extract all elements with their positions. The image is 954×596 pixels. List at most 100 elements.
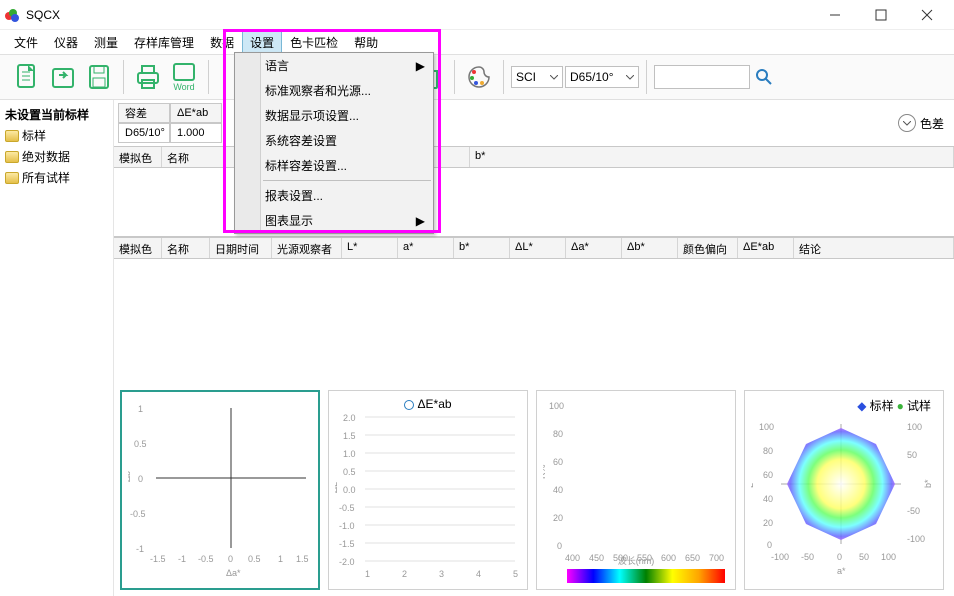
expand-button[interactable] bbox=[898, 114, 916, 132]
svg-text:100: 100 bbox=[907, 422, 922, 432]
menu-settings[interactable]: 设置 bbox=[242, 31, 282, 54]
t2-col-a: a* bbox=[398, 238, 454, 258]
open-file-button[interactable] bbox=[46, 60, 80, 94]
t2-col-l: L* bbox=[342, 238, 398, 258]
svg-text:-0.5: -0.5 bbox=[198, 554, 214, 564]
svg-text:-1: -1 bbox=[178, 554, 186, 564]
svg-text:2.0: 2.0 bbox=[343, 413, 356, 423]
circle-icon bbox=[404, 400, 414, 410]
toolbar: Word SCI D65/10° bbox=[0, 54, 954, 100]
tolerance-value: 1.000 bbox=[170, 123, 222, 143]
sidebar-item-absolute[interactable]: 绝对数据 bbox=[2, 146, 111, 167]
search-button[interactable] bbox=[752, 60, 776, 94]
svg-text:a*: a* bbox=[837, 566, 846, 576]
sidebar: 未设置当前标样 标样 绝对数据 所有试样 bbox=[0, 100, 114, 596]
svg-text:100: 100 bbox=[549, 401, 564, 411]
tolerance-header: 容差 bbox=[118, 103, 170, 123]
svg-text:20: 20 bbox=[763, 518, 773, 528]
svg-text:0: 0 bbox=[837, 552, 842, 562]
chart-ab[interactable]: 10.50-0.5-1 -1.5-1-0.500.511.5 Δa* Δb* bbox=[120, 390, 320, 590]
word-export-button[interactable]: Word bbox=[167, 60, 201, 94]
save-button[interactable] bbox=[82, 60, 116, 94]
svg-text:5: 5 bbox=[513, 569, 518, 579]
chart4-leg1: 标样 bbox=[870, 399, 894, 413]
menu-report[interactable]: 报表设置... bbox=[235, 183, 433, 208]
svg-text:2: 2 bbox=[402, 569, 407, 579]
menu-display-options[interactable]: 数据显示项设置... bbox=[235, 103, 433, 128]
palette-button[interactable] bbox=[462, 60, 496, 94]
svg-text:3: 3 bbox=[439, 569, 444, 579]
new-file-button[interactable] bbox=[10, 60, 44, 94]
svg-text:100: 100 bbox=[759, 422, 774, 432]
t2-col-obs: 光源观察者 bbox=[272, 238, 342, 258]
svg-text:R%: R% bbox=[543, 464, 547, 479]
sidebar-item-all-samples[interactable]: 所有试样 bbox=[2, 167, 111, 188]
search-input[interactable] bbox=[654, 65, 750, 89]
svg-text:-50: -50 bbox=[801, 552, 814, 562]
sci-value: SCI bbox=[516, 70, 536, 84]
t2-col-result: 结论 bbox=[794, 238, 954, 258]
svg-text:0: 0 bbox=[138, 474, 143, 484]
print-button[interactable] bbox=[131, 60, 165, 94]
chart4-leg2: 试样 bbox=[907, 399, 931, 413]
menu-language[interactable]: 语言▶ bbox=[235, 53, 433, 78]
sci-select[interactable]: SCI bbox=[511, 66, 563, 88]
menu-instrument[interactable]: 仪器 bbox=[46, 31, 86, 54]
menu-color-match[interactable]: 色卡匹检 bbox=[282, 31, 346, 54]
svg-text:-1: -1 bbox=[136, 544, 144, 554]
observer-select[interactable]: D65/10° bbox=[565, 66, 639, 88]
close-button[interactable] bbox=[904, 1, 950, 29]
menu-sample-tolerance[interactable]: 标样容差设置... bbox=[235, 153, 433, 178]
app-icon bbox=[4, 7, 20, 23]
title-bar: SQCX bbox=[0, 0, 954, 30]
app-title: SQCX bbox=[26, 8, 812, 22]
svg-text:-50: -50 bbox=[907, 506, 920, 516]
menu-measure[interactable]: 测量 bbox=[86, 31, 126, 54]
menu-bar: 文件 仪器 测量 存样库管理 数据 设置 色卡匹检 帮助 bbox=[0, 30, 954, 54]
observer-cell: D65/10° bbox=[118, 123, 170, 143]
svg-text:-1.5: -1.5 bbox=[339, 539, 355, 549]
svg-text:20: 20 bbox=[553, 513, 563, 523]
svg-text:1.0: 1.0 bbox=[343, 449, 356, 459]
color-diff-label: 色差 bbox=[920, 115, 944, 132]
sidebar-item-standard[interactable]: 标样 bbox=[2, 125, 111, 146]
menu-help[interactable]: 帮助 bbox=[346, 31, 386, 54]
svg-text:-100: -100 bbox=[771, 552, 789, 562]
sidebar-header: 未设置当前标样 bbox=[2, 104, 111, 125]
menu-observer-light[interactable]: 标准观察者和光源... bbox=[235, 78, 433, 103]
svg-text:40: 40 bbox=[553, 485, 563, 495]
menu-file[interactable]: 文件 bbox=[6, 31, 46, 54]
svg-text:0: 0 bbox=[228, 554, 233, 564]
t2-col-b: b* bbox=[454, 238, 510, 258]
menu-system-tolerance[interactable]: 系统容差设置 bbox=[235, 128, 433, 153]
submenu-arrow-icon: ▶ bbox=[416, 59, 425, 73]
sidebar-label: 绝对数据 bbox=[22, 148, 70, 165]
sidebar-label: 所有试样 bbox=[22, 169, 70, 186]
svg-text:-2.0: -2.0 bbox=[339, 557, 355, 567]
t2-col-name: 名称 bbox=[162, 238, 210, 258]
maximize-button[interactable] bbox=[858, 1, 904, 29]
chart-de[interactable]: ΔE*ab 2.01.51.00.50.0-0.5-1.0-1.5-2.0 12… bbox=[328, 390, 528, 590]
folder-icon bbox=[5, 151, 19, 163]
svg-text:0.5: 0.5 bbox=[248, 554, 261, 564]
chart-cielab[interactable]: ◆ 标样 ● 试样 100806040200 -100-50050100 100… bbox=[744, 390, 944, 590]
svg-text:-1.0: -1.0 bbox=[339, 521, 355, 531]
svg-text:80: 80 bbox=[763, 446, 773, 456]
svg-text:100: 100 bbox=[881, 552, 896, 562]
folder-icon bbox=[5, 130, 19, 142]
observer-value: D65/10° bbox=[570, 70, 614, 84]
menu-storage[interactable]: 存样库管理 bbox=[126, 31, 202, 54]
svg-text:40: 40 bbox=[763, 494, 773, 504]
minimize-button[interactable] bbox=[812, 1, 858, 29]
svg-text:L*: L* bbox=[751, 479, 755, 488]
chart-spectrum[interactable]: 100806040200 400450500550600650700 R% 波长… bbox=[536, 390, 736, 590]
svg-text:60: 60 bbox=[553, 457, 563, 467]
svg-text:60: 60 bbox=[763, 470, 773, 480]
menu-data[interactable]: 数据 bbox=[202, 31, 242, 54]
t2-col-de: ΔE*ab bbox=[738, 238, 794, 258]
svg-text:0.5: 0.5 bbox=[343, 467, 356, 477]
spectrum-bar bbox=[567, 569, 725, 583]
svg-text:4: 4 bbox=[476, 569, 481, 579]
menu-chart-display[interactable]: 图表显示▶ bbox=[235, 208, 433, 233]
svg-text:ΔL*: ΔL* bbox=[335, 478, 339, 493]
